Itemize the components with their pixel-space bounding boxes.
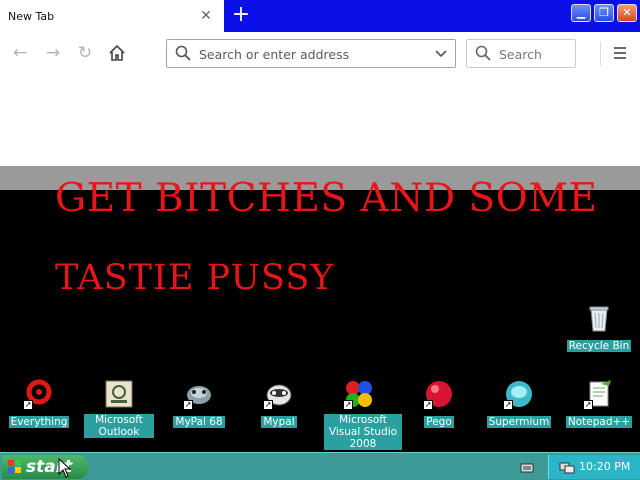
desktop-icon-mypal[interactable]: ↗ Mypal bbox=[244, 378, 314, 429]
forward-arrow-icon[interactable]: → bbox=[42, 42, 64, 64]
notepadpp-icon: ↗ bbox=[583, 378, 615, 410]
outlook-icon bbox=[103, 378, 135, 410]
taskbar: start 10:20 PM bbox=[0, 452, 640, 480]
shortcut-arrow-icon: ↗ bbox=[503, 400, 513, 410]
desktop-icon-supermium[interactable]: ↗ Supermium bbox=[484, 378, 554, 429]
icon-label: Microsoft Outlook bbox=[84, 414, 154, 438]
tab-title: New Tab bbox=[8, 10, 55, 23]
mypal68-icon: ↗ bbox=[183, 378, 215, 410]
home-icon[interactable] bbox=[106, 42, 128, 64]
desktop-icon-pego[interactable]: ↗ Pego bbox=[404, 378, 474, 429]
maximize-button[interactable]: ❐ bbox=[594, 4, 614, 22]
address-bar[interactable] bbox=[166, 39, 456, 68]
back-arrow-icon[interactable]: ← bbox=[9, 42, 31, 64]
shortcut-arrow-icon: ↗ bbox=[23, 400, 33, 410]
icon-label: Mypal bbox=[261, 416, 297, 428]
desktop-icon-everything[interactable]: ↗ Everything bbox=[4, 378, 74, 429]
windows-logo-icon bbox=[8, 460, 21, 473]
shortcut-arrow-icon: ↗ bbox=[263, 400, 273, 410]
navigation-toolbar: ← → ↻ bbox=[0, 32, 640, 74]
tab-strip: New Tab ✕ + ▁ ❐ ✕ bbox=[0, 0, 640, 32]
close-window-button[interactable]: ✕ bbox=[617, 4, 637, 22]
shortcut-arrow-icon: ↗ bbox=[183, 400, 193, 410]
desktop-icon-notepadpp[interactable]: ↗ Notepad++ bbox=[564, 378, 634, 429]
icon-label: Notepad++ bbox=[565, 416, 633, 428]
address-input[interactable] bbox=[199, 46, 429, 62]
search-input[interactable] bbox=[499, 46, 571, 62]
chevron-down-icon[interactable] bbox=[433, 45, 449, 61]
search-box[interactable] bbox=[466, 39, 576, 68]
minimize-button[interactable]: ▁ bbox=[571, 4, 591, 22]
wallpaper-text-line2: TASTIE PUSSY bbox=[55, 258, 335, 298]
system-tray: 10:20 PM bbox=[548, 455, 640, 479]
icon-label: Pego bbox=[424, 416, 454, 428]
start-button[interactable]: start bbox=[2, 455, 88, 479]
reload-icon[interactable]: ↻ bbox=[74, 42, 96, 64]
search-icon bbox=[475, 45, 491, 61]
desktop-icon-recycle-bin[interactable]: Recycle Bin bbox=[564, 302, 634, 353]
icon-label: Supermium bbox=[486, 416, 552, 428]
desktop-icon-visual-studio[interactable]: ↗ Microsoft Visual Studio 2008 bbox=[324, 378, 402, 451]
visual-studio-icon: ↗ bbox=[343, 378, 375, 410]
desktop-icon-outlook[interactable]: Microsoft Outlook bbox=[84, 378, 154, 439]
plus-icon[interactable]: + bbox=[230, 4, 252, 26]
desktop-icon-mypal68[interactable]: ↗ MyPal 68 bbox=[164, 378, 234, 429]
icon-label: MyPal 68 bbox=[173, 416, 225, 428]
keyboard-icon[interactable] bbox=[520, 461, 534, 475]
tab-new-tab[interactable]: New Tab ✕ bbox=[0, 0, 224, 32]
icon-label: Microsoft Visual Studio 2008 bbox=[324, 414, 402, 450]
recycle-bin-icon bbox=[583, 302, 615, 334]
icon-label: Recycle Bin bbox=[566, 340, 632, 352]
toolbar-divider bbox=[600, 42, 601, 66]
everything-icon: ↗ bbox=[23, 378, 55, 410]
desktop: New Tab ✕ + ▁ ❐ ✕ ← → ↻ Search or enter … bbox=[0, 0, 640, 480]
wallpaper-text-line1: GET BITCHES AND SOME bbox=[55, 176, 598, 221]
close-icon[interactable]: ✕ bbox=[199, 9, 213, 23]
shortcut-arrow-icon: ↗ bbox=[583, 400, 593, 410]
pego-icon: ↗ bbox=[423, 378, 455, 410]
clock[interactable]: 10:20 PM bbox=[579, 460, 630, 473]
browser-window: New Tab ✕ + ▁ ❐ ✕ ← → ↻ bbox=[0, 0, 640, 190]
page-content[interactable] bbox=[0, 74, 640, 166]
icon-label: Everything bbox=[8, 416, 70, 428]
hamburger-menu-icon[interactable] bbox=[611, 44, 629, 62]
search-icon bbox=[175, 45, 191, 61]
mypal-icon: ↗ bbox=[263, 378, 295, 410]
shortcut-arrow-icon: ↗ bbox=[423, 400, 433, 410]
shortcut-arrow-icon: ↗ bbox=[343, 400, 353, 410]
mouse-cursor-icon bbox=[58, 458, 72, 478]
supermium-icon: ↗ bbox=[503, 378, 535, 410]
network-icon[interactable] bbox=[559, 459, 575, 475]
